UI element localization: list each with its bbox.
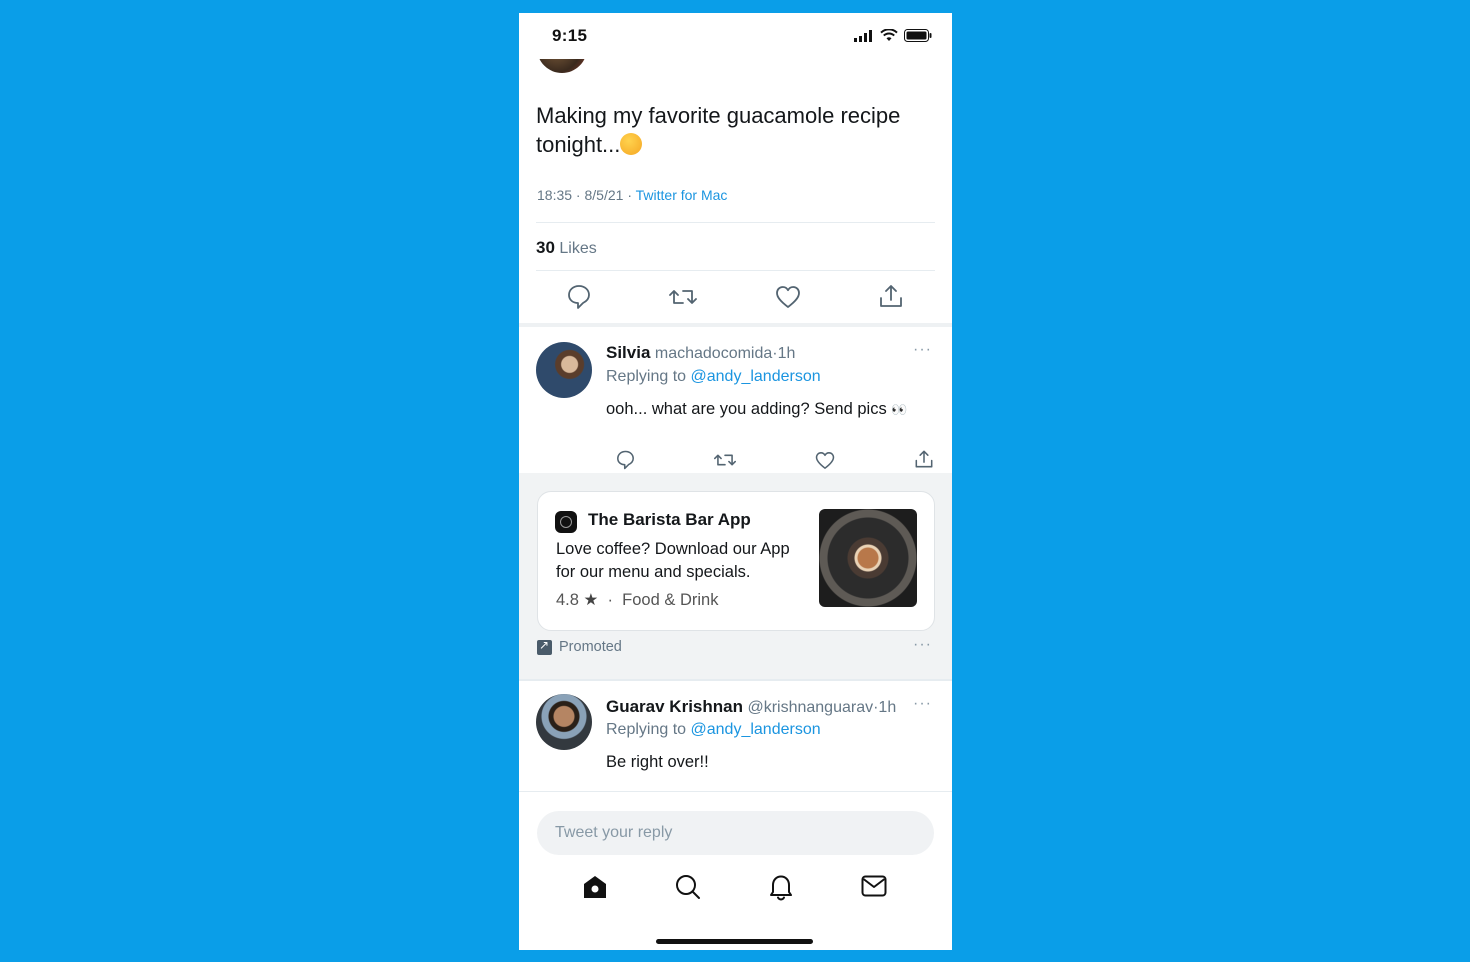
avatar[interactable] <box>536 694 592 750</box>
battery-icon <box>904 29 932 42</box>
likes-number: 30 <box>536 238 555 257</box>
tab-bar <box>519 870 952 910</box>
yum-emoji-icon <box>620 133 643 155</box>
promoted-tweet: The Barista Bar App Love coffee? Downloa… <box>519 473 952 681</box>
tweet-time: 18:35 <box>537 187 573 203</box>
divider <box>536 270 935 271</box>
replying-to-link[interactable]: @andy_landerson <box>691 721 821 738</box>
status-icons <box>854 29 932 42</box>
app-category: Food & Drink <box>622 591 719 609</box>
promoted-label: Promoted <box>537 638 622 655</box>
reply-icon[interactable] <box>616 450 635 470</box>
tweet-meta: 18:35 · 8/5/21 · Twitter for Mac <box>537 187 728 203</box>
likes-label: Likes <box>559 240 597 257</box>
app-logo-icon <box>555 511 577 533</box>
divider <box>536 222 935 223</box>
reply-text: Be right over!! <box>606 753 709 771</box>
wifi-icon <box>880 29 898 41</box>
reply-age: 1h <box>878 699 897 716</box>
likes-count[interactable]: 30 Likes <box>536 238 597 258</box>
replying-prefix: Replying to <box>606 368 687 385</box>
rating-value: 4.8 <box>556 591 579 609</box>
phone-screen: 9:15 Making my favorite guacamole recipe… <box>519 13 952 950</box>
status-time: 9:15 <box>552 26 588 45</box>
app-description: Love coffee? Download our App for our me… <box>556 540 790 581</box>
reply-handle: @krishnanguarav <box>747 699 874 716</box>
more-options-icon[interactable]: ··· <box>913 636 932 654</box>
home-indicator[interactable] <box>656 939 813 944</box>
reply-text: ooh... what are you adding? Send pics 👀 <box>606 400 907 419</box>
tweet-source-link[interactable]: Twitter for Mac <box>636 187 728 203</box>
reply-input[interactable] <box>537 811 934 855</box>
reply-header: Guarav Krishnan @krishnanguarav·1h <box>606 697 897 716</box>
app-card[interactable]: The Barista Bar App Love coffee? Downloa… <box>537 491 935 631</box>
reply-header: Silvia machadocomida·1h <box>606 343 796 362</box>
promoted-icon <box>537 638 552 655</box>
reply-icon[interactable] <box>567 284 591 310</box>
notifications-icon[interactable] <box>768 873 794 901</box>
avatar[interactable] <box>536 342 592 398</box>
reply-handle: machadocomida <box>654 345 773 362</box>
replying-to: Replying to @andy_landerson <box>606 721 821 739</box>
share-icon[interactable] <box>914 449 934 469</box>
tweet-body: Making my favorite guacamole recipe toni… <box>536 103 901 157</box>
more-options-icon[interactable]: ··· <box>913 341 932 359</box>
app-name: The Barista Bar App <box>588 510 751 529</box>
share-icon[interactable] <box>878 283 904 309</box>
reply-age: 1h <box>777 345 796 362</box>
promoted-text: Promoted <box>559 639 622 655</box>
like-icon[interactable] <box>775 285 801 309</box>
coffee-image <box>819 509 917 607</box>
tweet-actions <box>519 281 952 313</box>
tweet-date: 8/5/21 <box>584 187 624 203</box>
reply-author-name[interactable]: Guarav Krishnan <box>606 697 743 716</box>
bottom-area <box>519 791 952 950</box>
star-icon: ★ <box>583 591 599 609</box>
search-icon[interactable] <box>675 874 701 900</box>
reply-author-name[interactable]: Silvia <box>606 343 650 362</box>
reply-item-guarav[interactable]: Guarav Krishnan @krishnanguarav·1h ··· R… <box>519 681 952 791</box>
home-icon[interactable] <box>582 874 608 900</box>
tweet-text: Making my favorite guacamole recipe toni… <box>536 101 936 159</box>
eyes-emoji-icon: 👀 <box>891 402 908 417</box>
retweet-icon[interactable] <box>669 286 697 308</box>
reply-item-silvia[interactable]: Silvia machadocomida·1h ··· Replying to … <box>519 327 952 471</box>
app-rating: 4.8 ★ · Food & Drink <box>556 591 719 609</box>
retweet-icon[interactable] <box>714 451 736 469</box>
replying-prefix: Replying to <box>606 721 687 738</box>
messages-icon[interactable] <box>861 875 887 897</box>
reply-body: ooh... what are you adding? Send pics <box>606 400 887 418</box>
replying-to-link[interactable]: @andy_landerson <box>691 368 821 385</box>
like-icon[interactable] <box>815 451 835 470</box>
cellular-signal-icon <box>854 29 872 42</box>
more-options-icon[interactable]: ··· <box>913 695 932 713</box>
replying-to: Replying to @andy_landerson <box>606 368 821 386</box>
status-bar: 9:15 <box>519 13 952 59</box>
